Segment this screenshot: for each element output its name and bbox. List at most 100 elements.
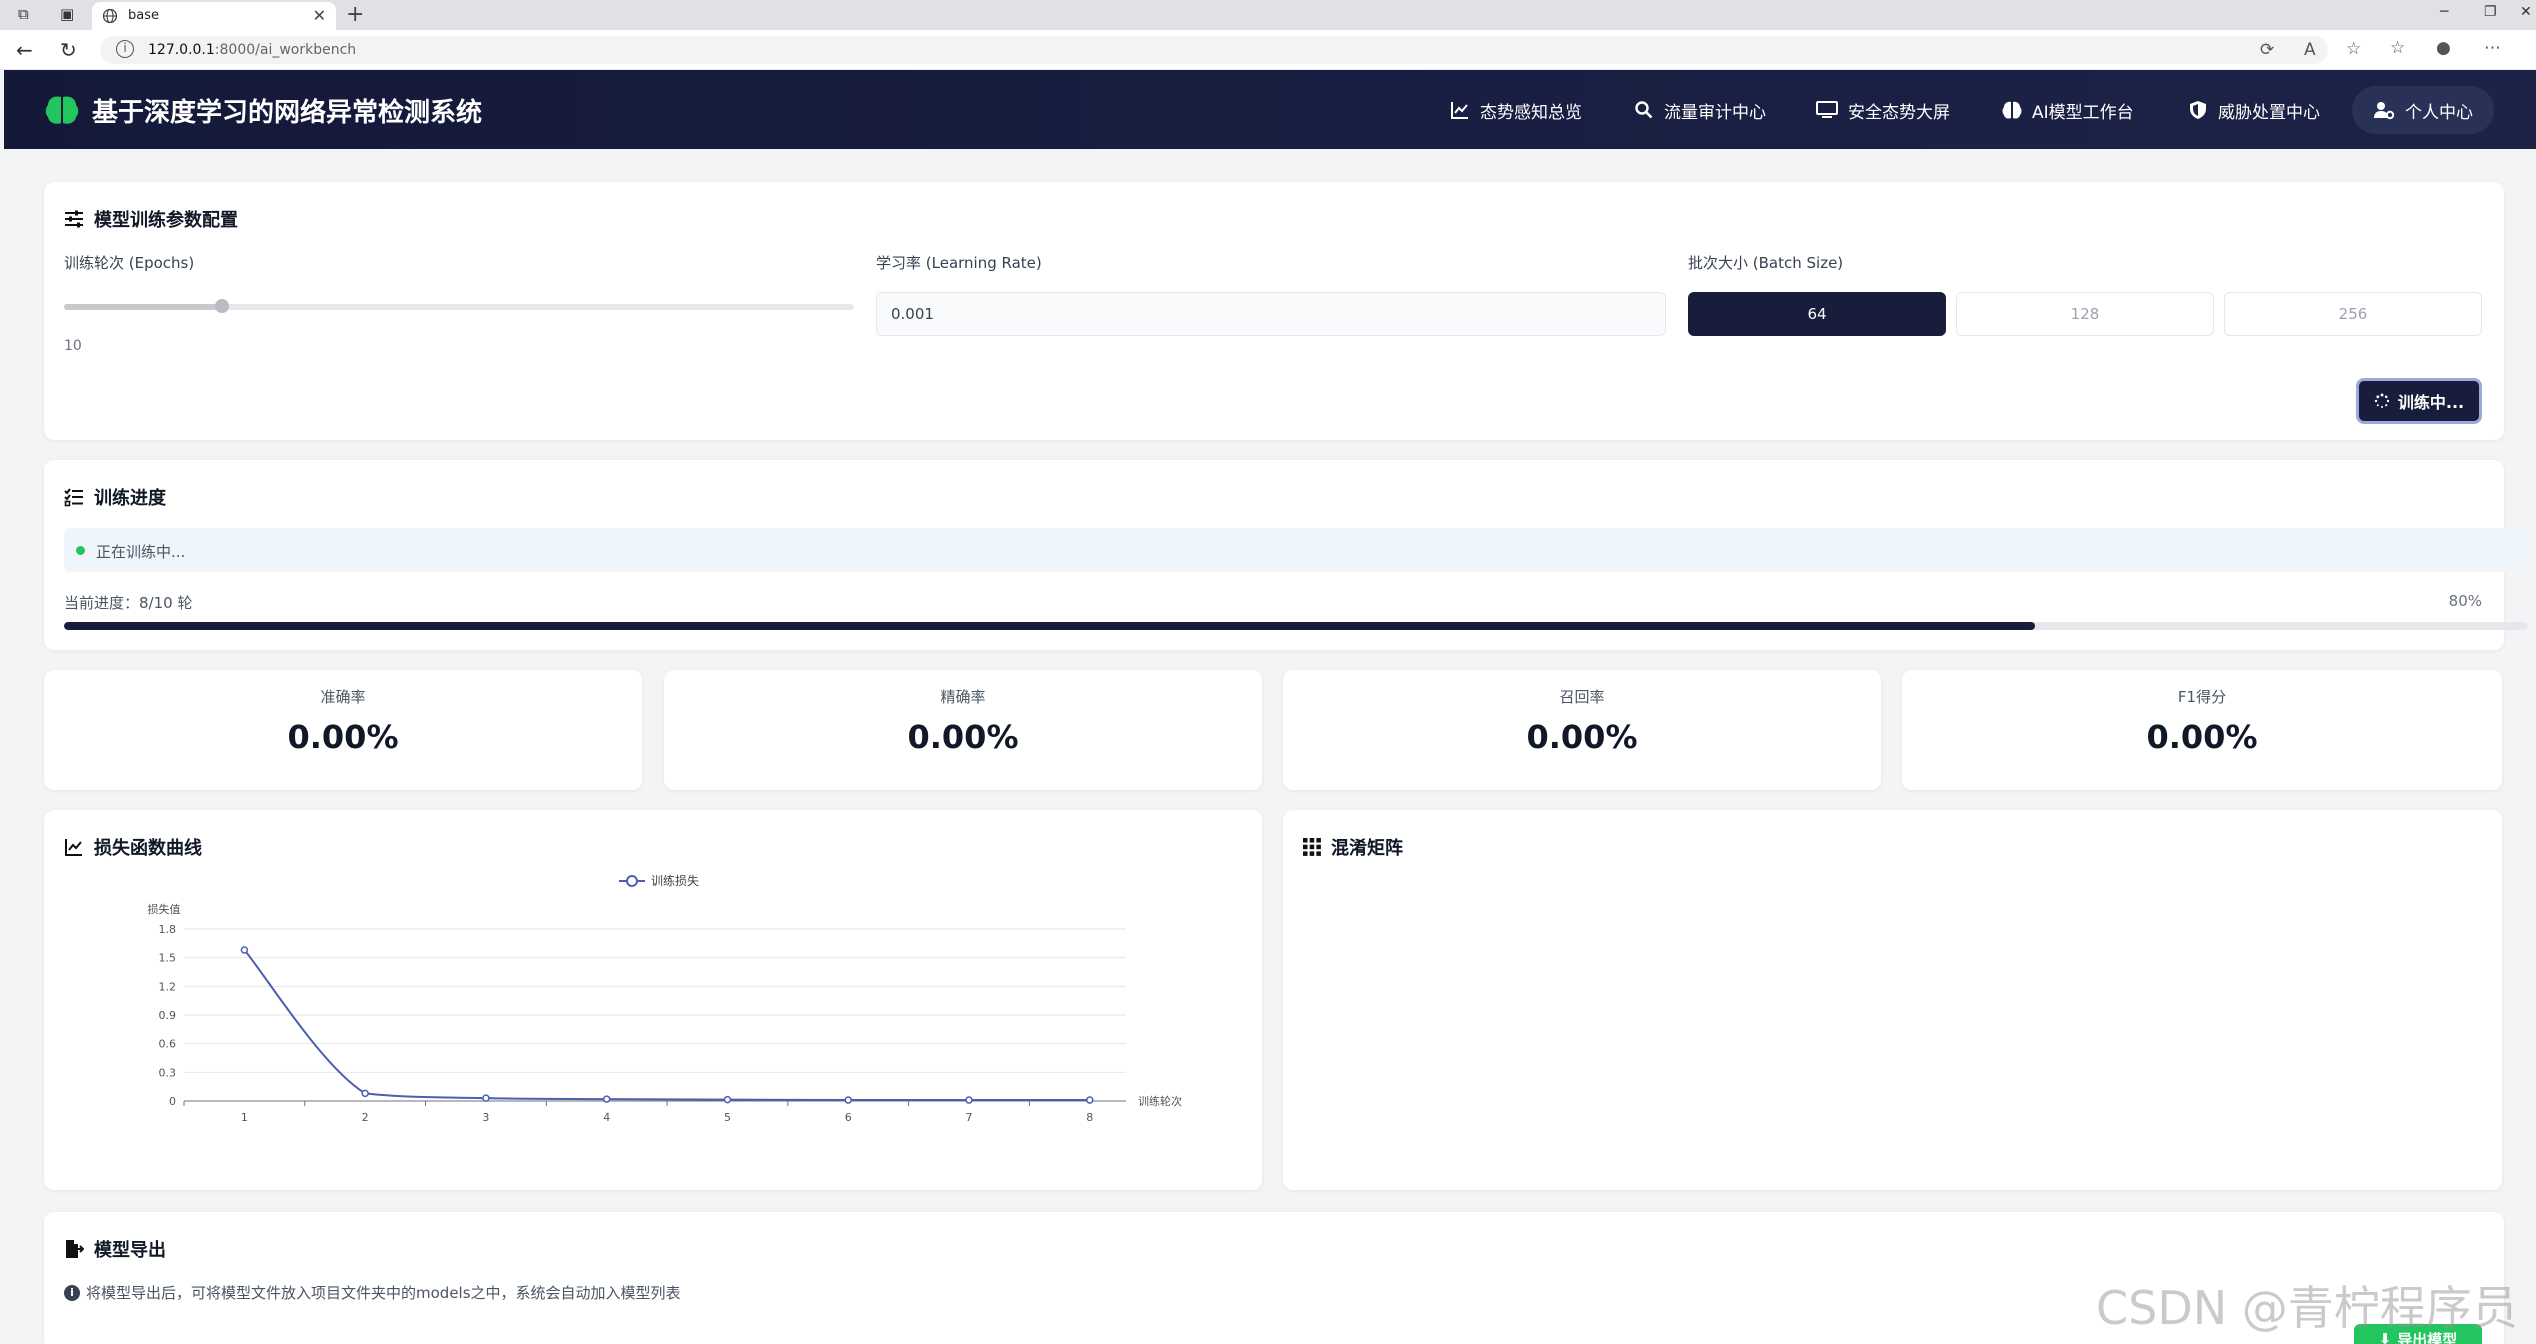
brain-logo-icon [45, 96, 79, 124]
loss-data-point [602, 1095, 611, 1103]
metric-card-precision: 精确率 0.00% [664, 670, 1262, 790]
metric-label: 精确率 [940, 688, 986, 706]
nav-traffic-audit[interactable]: 流量审计中心 [1634, 97, 1766, 123]
nav-threat-response[interactable]: 威胁处置中心 [2188, 97, 2320, 123]
metric-label: 召回率 [1559, 688, 1605, 706]
loss-data-point [844, 1096, 852, 1104]
nav-label: 安全态势大屏 [1848, 102, 1950, 123]
learning-rate-input[interactable]: 0.001 [876, 292, 1666, 336]
task-list-icon [64, 488, 83, 507]
x-tick-label: 5 [724, 1111, 731, 1124]
app-title: 基于深度学习的网络异常检测系统 [92, 98, 483, 128]
minimize-icon[interactable]: ─ [2440, 4, 2448, 20]
x-tick-label: 1 [241, 1111, 248, 1124]
tab-title: base [128, 8, 159, 23]
shield-icon [2190, 101, 2206, 119]
x-tick-label: 7 [966, 1111, 973, 1124]
browser-tab[interactable]: base ✕ [92, 2, 336, 30]
train-button[interactable]: 训练中... [2356, 378, 2482, 424]
x-tick-label: 2 [362, 1111, 369, 1124]
y-tick-label: 0.9 [159, 1009, 177, 1022]
y-tick-label: 0 [169, 1095, 176, 1108]
back-icon[interactable]: ← [16, 38, 33, 62]
new-tab-icon[interactable]: + [346, 2, 364, 27]
nav-label: 个人中心 [2405, 102, 2473, 123]
nav-ai-workbench[interactable]: AI模型工作台 [2002, 97, 2134, 123]
profile-avatar-icon[interactable]: ● [2436, 38, 2451, 58]
search-icon [1635, 101, 1653, 119]
training-progress-card: 训练进度 正在训练中... 当前进度：8/10 轮 80% [44, 460, 2528, 650]
progress-percent: 80% [2448, 592, 2482, 610]
loss-data-point [965, 1096, 973, 1104]
progress-bar-fill [64, 622, 2036, 630]
url-field[interactable]: i 127.0.0.1:8000/ai_workbench ⟳ A ☆ [100, 36, 2361, 64]
globe-icon [102, 8, 118, 24]
y-axis-label: 损失值 [148, 902, 181, 916]
monitor-icon [1816, 101, 1838, 118]
close-window-icon[interactable]: ✕ [2520, 4, 2532, 20]
x-tick-label: 4 [603, 1111, 610, 1124]
confusion-matrix-card: 混淆矩阵 [1283, 810, 2502, 1190]
nav-security-screen[interactable]: 安全态势大屏 [1816, 97, 1950, 123]
app-header: 基于深度学习的网络异常检测系统 态势感知总览 流量审计中心 安全态势大屏 AI模… [4, 70, 2536, 149]
nav-label: AI模型工作台 [2032, 102, 2134, 123]
translate-icon[interactable]: ⟳ [2260, 40, 2274, 60]
confusion-matrix-title: 混淆矩阵 [1303, 834, 1403, 860]
epochs-slider-thumb[interactable] [215, 299, 229, 313]
file-export-icon [66, 1240, 84, 1258]
refresh-icon[interactable]: ↻ [60, 38, 77, 62]
batch-option-256[interactable]: 256 [2224, 292, 2482, 336]
progress-card-title: 训练进度 [64, 484, 166, 510]
y-tick-label: 1.8 [159, 923, 177, 936]
loss-data-point [1086, 1096, 1094, 1104]
status-dot [76, 546, 85, 555]
restore-icon[interactable]: ❐ [2484, 4, 2497, 20]
spinner-icon [2374, 393, 2390, 408]
loss-data-point [361, 1089, 369, 1098]
metric-value: 0.00% [907, 718, 1019, 756]
x-tick-label: 6 [845, 1111, 852, 1124]
training-status-bar: 正在训练中... [64, 528, 2528, 572]
loss-chart-card: 损失函数曲线 0 0.3 0.6 0.9 1.2 1.5 1.8 1 2 3 4 5 6 7 8 损失值 训练轮… [44, 810, 1262, 1190]
metric-value: 0.00% [1526, 718, 1638, 756]
workspaces-icon[interactable]: ⧉ [18, 5, 29, 23]
site-info-icon[interactable]: i [116, 40, 134, 58]
metric-card-accuracy: 准确率 0.00% [44, 670, 642, 790]
nav-label: 流量审计中心 [1664, 102, 1766, 123]
y-tick-label: 1.2 [159, 980, 177, 993]
epochs-value: 10 [64, 338, 82, 354]
epochs-label: 训练轮次 (Epochs) [64, 254, 195, 272]
y-tick-label: 0.3 [159, 1066, 177, 1079]
legend-label: 训练损失 [651, 873, 699, 888]
nav-label: 态势感知总览 [1480, 102, 1582, 123]
config-card-title: 模型训练参数配置 [64, 206, 238, 232]
loss-data-point [482, 1094, 490, 1102]
batch-option-128[interactable]: 128 [1956, 292, 2214, 336]
learning-rate-label: 学习率 (Learning Rate) [876, 254, 1042, 272]
browser-tab-bar: ⧉ ▣ base ✕ + ─ ❐ ✕ [0, 0, 2536, 30]
x-tick-label: 8 [1086, 1111, 1093, 1124]
nav-profile[interactable]: 个人中心 [2352, 86, 2494, 134]
batch-option-64[interactable]: 64 [1688, 292, 1946, 336]
favorite-star-icon[interactable]: ☆ [2346, 39, 2361, 59]
loss-data-point [723, 1095, 732, 1104]
legend-marker [626, 875, 638, 887]
sliders-icon [65, 210, 83, 228]
read-aloud-icon[interactable]: A [2304, 40, 2316, 60]
training-config-card: 模型训练参数配置 训练轮次 (Epochs) 10 学习率 (Learning … [44, 182, 2504, 440]
metric-value: 0.00% [2146, 718, 2258, 756]
nav-overview[interactable]: 态势感知总览 [1450, 97, 1582, 123]
training-status-text: 正在训练中... [96, 543, 186, 561]
tab-actions-icon[interactable]: ▣ [60, 5, 74, 23]
epochs-slider[interactable] [64, 299, 854, 313]
epochs-slider-fill [64, 304, 222, 310]
tab-close-icon[interactable]: ✕ [313, 6, 326, 25]
url-text: 127.0.0.1:8000/ai_workbench [148, 42, 357, 58]
batch-size-label: 批次大小 (Batch Size) [1688, 254, 1844, 272]
collections-icon[interactable]: ☆ [2390, 38, 2405, 58]
metric-value: 0.00% [287, 718, 399, 756]
progress-bar [64, 622, 2528, 630]
x-tick-label: 3 [482, 1111, 489, 1124]
watermark: CSDN @青柠程序员 [2096, 1281, 2518, 1335]
more-options-icon[interactable]: ⋯ [2484, 38, 2501, 58]
